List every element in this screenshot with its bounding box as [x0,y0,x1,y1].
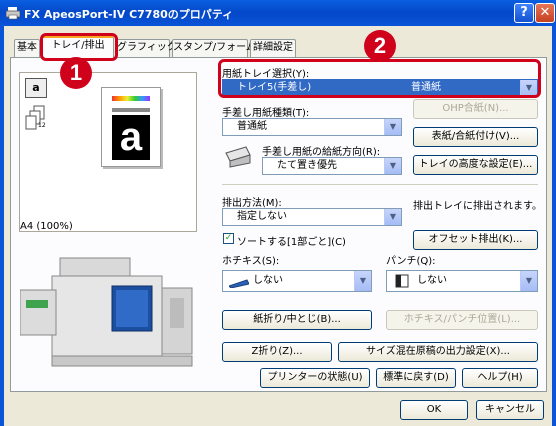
punch-select[interactable]: しない ▼ [386,270,538,292]
printer-status-button[interactable]: プリンターの状態(U) [260,368,370,388]
staple-select[interactable]: しない ▼ [222,270,372,292]
chevron-down-icon[interactable]: ▼ [384,119,401,135]
help-button[interactable]: ヘルプ(H) [462,368,538,388]
bypass-type-select[interactable]: 普通紙 ▼ [222,118,402,136]
bypass-type-label: 手差し用紙種類(T): [222,108,310,119]
staple-punch-position-button[interactable]: ホチキス/パンチ位置(L)... [386,310,538,330]
tray-advanced-button[interactable]: トレイの高度な設定(E)... [413,155,538,175]
bypass-feed-select[interactable]: たて置き優先 ▼ [262,157,402,175]
title-bar: FX ApeosPort-IV C7780のプロパティ ? ✕ [0,0,556,26]
text-line [112,108,150,112]
output-note: 排出トレイに排出されます。 [413,201,542,212]
paper-preview: a 12 a [19,72,197,232]
annotation-badge-2: 2 [364,30,396,62]
tab-stamp-form[interactable]: スタンプ/フォーム [172,39,256,57]
mixed-size-output-button[interactable]: サイズ混在原稿の出力設定(X)... [338,342,538,362]
z-fold-button[interactable]: Z折り(Z)... [222,342,332,362]
tab-graphics[interactable]: グラフィックス [116,39,187,57]
printer-machine-image [19,238,200,386]
tab-basic[interactable]: 基本 [14,39,40,57]
bypass-tray-icon [224,145,252,169]
sort-label: ソートする[1部ごと](C) [237,237,346,248]
output-method-value: 指定しない [237,211,287,222]
chevron-down-icon[interactable]: ▼ [384,209,401,225]
page-thumbnail: a [101,87,161,167]
preview-size-label: A4 (100%) [20,221,73,232]
staple-value: しない [253,275,283,286]
staple-label: ホチキス(S): [222,256,280,267]
printer-icon [5,6,21,20]
section-divider [222,184,538,185]
cover-sheet-button[interactable]: 表紙/合紙付け(V)... [413,127,538,147]
output-method-select[interactable]: 指定しない ▼ [222,208,402,226]
stack-count: 12 [38,122,46,129]
output-method-label: 排出方法(M): [222,198,282,209]
restore-defaults-button[interactable]: 標準に戻す(D) [376,368,456,388]
cancel-button[interactable]: キャンセル [476,400,544,420]
window-frame-left [0,26,4,426]
punch-icon [395,274,409,288]
ok-button[interactable]: OK [400,400,468,420]
paper-stack-icon[interactable]: 12 [25,105,49,131]
bypass-feed-value: たて置き優先 [277,160,337,171]
punch-label: パンチ(Q): [386,256,436,267]
bypass-feed-label: 手差し用紙の給紙方向(R): [262,147,381,158]
punch-value: しない [417,275,447,286]
close-button[interactable]: ✕ [535,3,555,23]
highlight-paper-tray [218,59,541,98]
chevron-down-icon[interactable]: ▼ [354,271,371,291]
window-title: FX ApeosPort-IV C7780のプロパティ [24,8,234,21]
staple-icon [228,276,250,289]
color-strip [112,96,150,101]
paper-tray-icon[interactable]: a [25,78,47,98]
chevron-down-icon[interactable]: ▼ [384,158,401,174]
annotation-badge-1: 1 [60,57,92,89]
paper-tray-icon-glyph: a [32,81,40,94]
chevron-down-icon[interactable]: ▼ [520,271,537,291]
page-glyph: a [112,115,150,160]
bypass-type-value: 普通紙 [237,121,267,132]
help-title-button[interactable]: ? [514,3,534,23]
offset-output-button[interactable]: オフセット排出(K)... [413,230,538,250]
fold-booklet-button[interactable]: 紙折り/中とじ(B)... [222,310,372,330]
ohp-interleave-button[interactable]: OHP合紙(N)... [413,99,538,119]
window-frame-right [552,26,556,426]
tab-advanced[interactable]: 詳細設定 [250,39,296,57]
sort-checkbox[interactable]: ✓ [223,233,234,244]
